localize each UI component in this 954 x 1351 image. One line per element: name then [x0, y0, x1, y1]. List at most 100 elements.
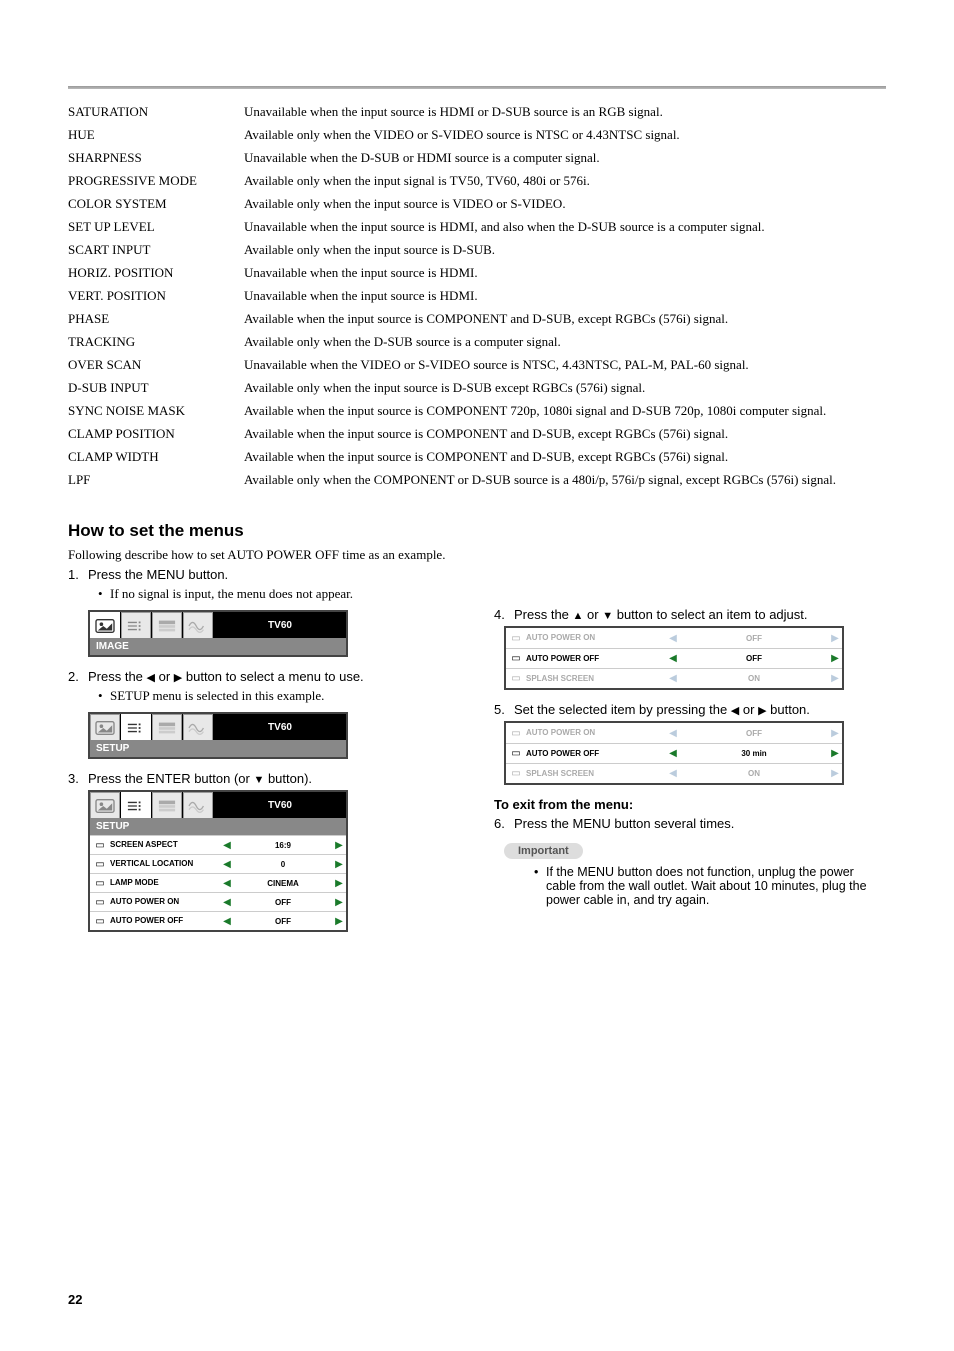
spec-key: HUE — [68, 123, 244, 146]
osd-row: ▭VERTICAL LOCATION◀0▶ — [90, 854, 346, 873]
triangle-left-icon: ◀ — [666, 768, 680, 779]
triangle-down-icon: ▼ — [253, 774, 264, 786]
triangle-left-icon: ◀ — [147, 671, 155, 684]
tab-signal-icon — [183, 612, 213, 638]
osd-source-label: TV60 — [214, 612, 346, 638]
osd-title-bar: SETUP — [90, 818, 346, 835]
osd-title-bar: SETUP — [90, 740, 346, 757]
step-text: Press the MENU button several times. — [514, 816, 734, 831]
spec-value: Available only when the input source is … — [244, 376, 886, 399]
step-2-note: • SETUP menu is selected in this example… — [98, 688, 460, 704]
triangle-right-icon: ▶ — [332, 916, 346, 927]
step-text-c: button. — [767, 702, 810, 717]
step-3: 3. Press the ENTER button (or ▼ button). — [68, 771, 460, 786]
spec-row: SATURATIONUnavailable when the input sou… — [68, 100, 886, 123]
triangle-right-icon: ▶ — [758, 704, 766, 717]
tab-image-icon — [90, 612, 120, 638]
triangle-right-icon: ▶ — [332, 878, 346, 889]
spec-row: CLAMP WIDTHAvailable when the input sour… — [68, 445, 886, 468]
osd-row-icon: ▭ — [90, 859, 110, 870]
tab-signal-icon — [183, 792, 213, 818]
spec-row: HUEAvailable only when the VIDEO or S-VI… — [68, 123, 886, 146]
osd-row-value: 0 — [234, 860, 332, 869]
spec-row: TRACKINGAvailable only when the D-SUB so… — [68, 330, 886, 353]
step-number: 2. — [68, 669, 88, 684]
osd-row-value: 16:9 — [234, 841, 332, 850]
osd-row-label: VERTICAL LOCATION — [110, 860, 220, 868]
step-text-b: button). — [264, 771, 312, 786]
spec-value: Unavailable when the D-SUB or HDMI sourc… — [244, 146, 886, 169]
osd-row-label: AUTO POWER OFF — [526, 655, 666, 663]
osd-row-icon: ▭ — [506, 748, 526, 759]
triangle-right-icon: ▶ — [174, 671, 182, 684]
spec-key: PROGRESSIVE MODE — [68, 169, 244, 192]
important-note: • If the MENU button does not function, … — [534, 865, 886, 907]
spec-row: OVER SCANUnavailable when the VIDEO or S… — [68, 353, 886, 376]
step-1-note: • If no signal is input, the menu does n… — [98, 586, 460, 602]
step-5: 5. Set the selected item by pressing the… — [494, 702, 886, 717]
spec-row: CLAMP POSITIONAvailable when the input s… — [68, 422, 886, 445]
spec-key: PHASE — [68, 307, 244, 330]
spec-value: Available when the input source is COMPO… — [244, 445, 886, 468]
osd-row-icon: ▭ — [506, 633, 526, 644]
spec-row: LPFAvailable only when the COMPONENT or … — [68, 468, 886, 491]
spec-value: Unavailable when the input source is HDM… — [244, 100, 886, 123]
osd-row-value: ON — [680, 769, 828, 778]
triangle-right-icon: ▶ — [828, 673, 842, 684]
osd-row: ▭AUTO POWER ON◀OFF▶ — [506, 628, 842, 648]
osd-row-icon: ▭ — [90, 897, 110, 908]
osd-row-value: OFF — [680, 654, 828, 663]
step-1: 1. Press the MENU button. — [68, 567, 460, 582]
triangle-right-icon: ▶ — [828, 653, 842, 664]
step-number: 5. — [494, 702, 514, 717]
step-text-b: or — [583, 607, 602, 622]
osd-snippet-4: ▭AUTO POWER ON◀OFF▶▭AUTO POWER OFF◀OFF▶▭… — [504, 626, 844, 690]
osd-row-value: OFF — [234, 917, 332, 926]
section-title: How to set the menus — [68, 521, 886, 541]
spec-row: SHARPNESSUnavailable when the D-SUB or H… — [68, 146, 886, 169]
page-number: 22 — [68, 1292, 82, 1307]
spec-key: D-SUB INPUT — [68, 376, 244, 399]
triangle-down-icon: ▼ — [602, 610, 613, 622]
step-number: 1. — [68, 567, 88, 582]
spec-row: PROGRESSIVE MODEAvailable only when the … — [68, 169, 886, 192]
spec-row: SET UP LEVELUnavailable when the input s… — [68, 215, 886, 238]
spec-value: Available when the input source is COMPO… — [244, 422, 886, 445]
step-text: Press the MENU button. — [88, 567, 228, 582]
osd-row-label: SPLASH SCREEN — [526, 770, 666, 778]
spec-key: SET UP LEVEL — [68, 215, 244, 238]
osd-source-label: TV60 — [214, 714, 346, 740]
spec-value: Available when the input source is COMPO… — [244, 399, 886, 422]
spec-table: SATURATIONUnavailable when the input sou… — [68, 100, 886, 491]
bullet-icon: • — [98, 688, 110, 704]
triangle-left-icon: ◀ — [220, 878, 234, 889]
osd-menu-3: TV60 SETUP ▭SCREEN ASPECT◀16:9▶▭VERTICAL… — [88, 790, 348, 932]
step-number: 3. — [68, 771, 88, 786]
spec-value: Unavailable when the input source is HDM… — [244, 284, 886, 307]
osd-row: ▭SPLASH SCREEN◀ON▶ — [506, 763, 842, 783]
step-number: 4. — [494, 607, 514, 622]
osd-menu-2: TV60 SETUP — [88, 712, 348, 759]
osd-row-value: ON — [680, 674, 828, 683]
triangle-left-icon: ◀ — [220, 916, 234, 927]
spec-row: D-SUB INPUTAvailable only when the input… — [68, 376, 886, 399]
osd-row: ▭AUTO POWER ON◀OFF▶ — [506, 723, 842, 743]
tab-feature-icon — [152, 714, 182, 740]
triangle-left-icon: ◀ — [666, 633, 680, 644]
spec-value: Available when the input source is COMPO… — [244, 307, 886, 330]
osd-row-label: AUTO POWER ON — [526, 634, 666, 642]
triangle-left-icon: ◀ — [731, 704, 739, 717]
step-text-c: button to select an item to adjust. — [613, 607, 807, 622]
osd-row-value: CINEMA — [234, 879, 332, 888]
tab-image-icon — [90, 792, 120, 818]
osd-row: ▭LAMP MODE◀CINEMA▶ — [90, 873, 346, 892]
osd-row: ▭AUTO POWER OFF◀OFF▶ — [90, 911, 346, 930]
osd-row-label: AUTO POWER ON — [110, 898, 220, 906]
step-4: 4. Press the ▲ or ▼ button to select an … — [494, 607, 886, 622]
osd-row-value: 30 min — [680, 749, 828, 758]
bullet-icon: • — [534, 865, 546, 907]
spec-value: Unavailable when the VIDEO or S-VIDEO so… — [244, 353, 886, 376]
triangle-right-icon: ▶ — [828, 748, 842, 759]
spec-value: Unavailable when the input source is HDM… — [244, 215, 886, 238]
spec-row: VERT. POSITIONUnavailable when the input… — [68, 284, 886, 307]
